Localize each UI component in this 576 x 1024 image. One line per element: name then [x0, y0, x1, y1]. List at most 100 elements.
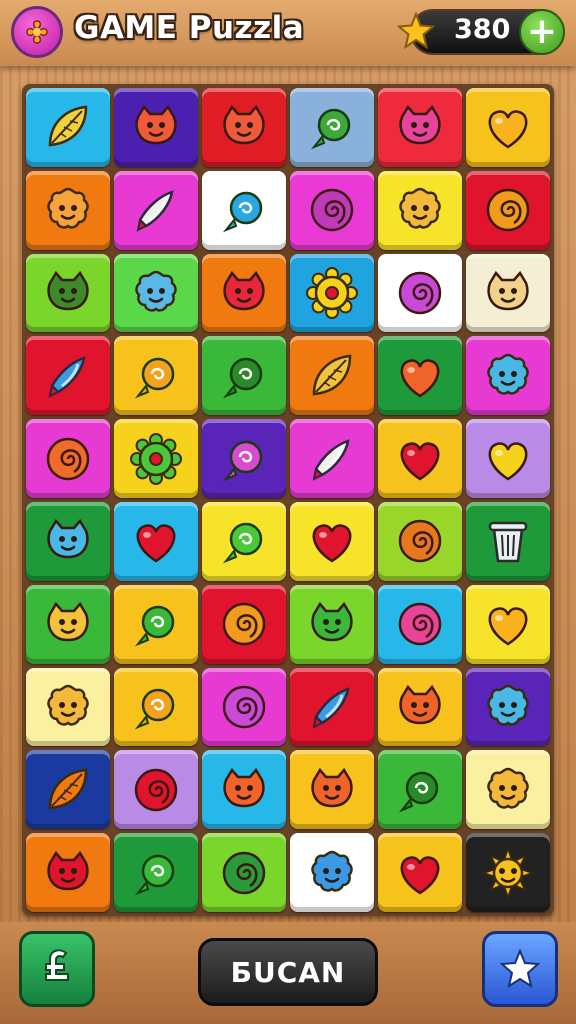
- cat-icon: [311, 602, 353, 642]
- tile-r4-c1[interactable]: [26, 336, 110, 416]
- tile-r3-c1[interactable]: [26, 253, 110, 333]
- leaf-icon: [312, 354, 352, 396]
- tile-r10-c2[interactable]: [114, 833, 198, 912]
- add-coins-button[interactable]: +: [519, 9, 565, 55]
- tile-r4-c4[interactable]: [290, 336, 374, 416]
- tile-r4-c5[interactable]: [378, 336, 462, 416]
- heart-icon: [400, 441, 440, 481]
- candy-icon: [310, 109, 351, 150]
- tile-r9-c4[interactable]: [290, 750, 374, 830]
- tile-r6-c1[interactable]: [26, 502, 110, 581]
- tile-r9-c6[interactable]: [466, 750, 550, 830]
- tile-r6-c2[interactable]: [114, 502, 198, 581]
- trash-icon: [488, 522, 528, 563]
- cat-icon: [399, 105, 441, 145]
- tile-r2-c1[interactable]: [26, 170, 110, 250]
- cat-icon: [47, 602, 89, 642]
- tile-r8-c4[interactable]: [290, 667, 374, 747]
- tile-r5-c6[interactable]: [466, 419, 550, 498]
- tile-r5-c5[interactable]: [378, 419, 462, 498]
- swirl-icon: [46, 437, 90, 480]
- tile-r7-c3[interactable]: [202, 584, 286, 664]
- tile-r5-c3[interactable]: [202, 419, 286, 498]
- tile-r10-c5[interactable]: [378, 833, 462, 912]
- tile-r7-c2[interactable]: [114, 584, 198, 664]
- tile-r4-c6[interactable]: [466, 336, 550, 416]
- tile-r3-c3[interactable]: [202, 253, 286, 333]
- tile-r7-c5[interactable]: [378, 584, 462, 664]
- tile-r4-c3[interactable]: [202, 336, 286, 416]
- undo-button[interactable]: [19, 931, 95, 1007]
- tile-r10-c6[interactable]: [466, 833, 550, 912]
- tile-r6-c3[interactable]: [202, 502, 286, 581]
- candy-icon: [222, 440, 263, 481]
- tile-r1-c4[interactable]: [290, 88, 374, 167]
- rocket-icon: [312, 438, 350, 481]
- tile-r3-c2[interactable]: [114, 253, 198, 333]
- cat-icon: [487, 270, 529, 311]
- tile-r8-c1[interactable]: [26, 667, 110, 747]
- tile-r3-c5[interactable]: [378, 253, 462, 333]
- tile-r7-c4[interactable]: [290, 584, 374, 664]
- tile-r8-c2[interactable]: [114, 667, 198, 747]
- candy-icon: [222, 523, 263, 564]
- candy-icon: [134, 688, 175, 730]
- candy-icon: [398, 771, 439, 813]
- tile-r8-c6[interactable]: [466, 667, 550, 747]
- candy-icon: [134, 854, 175, 895]
- gear-icon: [130, 432, 182, 485]
- tile-r2-c4[interactable]: [290, 170, 374, 250]
- cat-icon: [47, 519, 89, 559]
- rocket-icon: [48, 355, 86, 398]
- heart-icon: [400, 359, 440, 398]
- tile-r1-c1[interactable]: [26, 88, 110, 167]
- tile-r5-c4[interactable]: [290, 419, 374, 498]
- tile-r3-c6[interactable]: [466, 253, 550, 333]
- heart-icon: [488, 110, 528, 149]
- tile-r2-c3[interactable]: [202, 170, 286, 250]
- tile-r2-c2[interactable]: [114, 170, 198, 250]
- tile-r6-c4[interactable]: [290, 502, 374, 581]
- tile-r1-c3[interactable]: [202, 88, 286, 167]
- cat-icon: [47, 850, 89, 890]
- main-action-button[interactable]: БUCAN: [198, 938, 378, 1006]
- tile-r10-c4[interactable]: [290, 833, 374, 912]
- tile-r8-c5[interactable]: [378, 667, 462, 747]
- tile-r6-c6[interactable]: [466, 502, 550, 581]
- tile-r2-c6[interactable]: [466, 170, 550, 250]
- blob-icon: [487, 767, 529, 809]
- tile-r1-c2[interactable]: [114, 88, 198, 167]
- tile-r3-c4[interactable]: [290, 253, 374, 333]
- cat-icon: [399, 684, 441, 725]
- tile-r6-c5[interactable]: [378, 502, 462, 581]
- sun-icon: [481, 846, 535, 899]
- heart-icon: [312, 524, 352, 563]
- tile-r9-c2[interactable]: [114, 750, 198, 830]
- favorite-button[interactable]: [482, 931, 558, 1007]
- tile-r2-c5[interactable]: [378, 170, 462, 250]
- tile-r7-c1[interactable]: [26, 584, 110, 664]
- tile-r1-c6[interactable]: [466, 88, 550, 167]
- tile-r10-c3[interactable]: [202, 833, 286, 912]
- tile-r9-c5[interactable]: [378, 750, 462, 830]
- blob-icon: [135, 270, 177, 312]
- cat-icon: [135, 105, 177, 145]
- swirl-icon: [398, 271, 442, 315]
- swirl-icon: [134, 768, 178, 812]
- tile-r9-c1[interactable]: [26, 750, 110, 830]
- cat-icon: [223, 767, 265, 808]
- plus-icon: +: [526, 11, 558, 52]
- tile-r9-c3[interactable]: [202, 750, 286, 830]
- tile-r8-c3[interactable]: [202, 667, 286, 747]
- tile-r7-c6[interactable]: [466, 584, 550, 664]
- tile-r4-c2[interactable]: [114, 336, 198, 416]
- candy-icon: [134, 357, 175, 399]
- flower-badge-icon[interactable]: [11, 6, 63, 58]
- tile-r5-c2[interactable]: [114, 419, 198, 498]
- candy-icon: [134, 605, 175, 647]
- tile-r1-c5[interactable]: [378, 88, 462, 167]
- tile-r5-c1[interactable]: [26, 419, 110, 498]
- blob-icon: [487, 684, 529, 726]
- tile-r10-c1[interactable]: [26, 833, 110, 912]
- heart-icon: [136, 524, 176, 563]
